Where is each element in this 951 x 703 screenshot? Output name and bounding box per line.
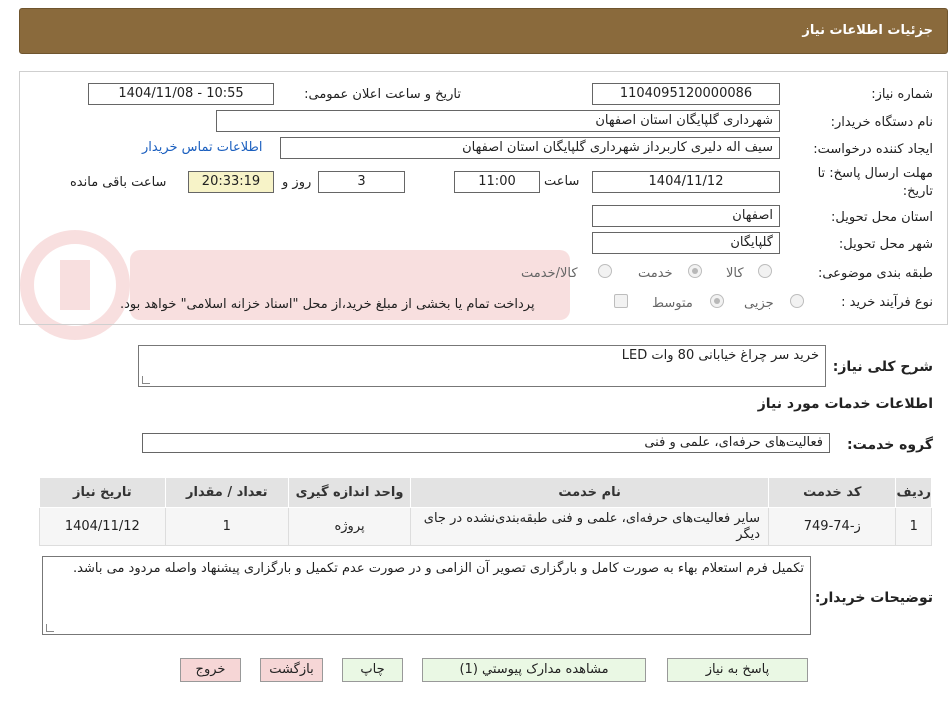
service-group-label: گروه خدمت: [847,437,933,453]
cell-need-date: 1404/11/12 [39,507,166,546]
summary-label: شرح کلی نیاز: [832,359,933,375]
cell-service-name: سایر فعالیت‌های حرفه‌ای، علمی و فنی طبقه… [410,507,770,546]
category-option-goods-service: کالا/خدمت [521,266,578,281]
table-header-row: ردیف کد خدمت نام خدمت واحد اندازه گیری ت… [39,477,932,508]
summary-text: خرید سر چراغ خیابانی 80 وات LED [621,348,819,363]
buyer-contact-link[interactable]: اطلاعات تماس خریدار [142,140,262,155]
process-radio-medium[interactable] [710,294,724,308]
process-option-medium: متوسط [652,296,693,311]
column-header: تاریخ نیاز [39,477,166,508]
print-button[interactable]: چاپ [342,658,403,682]
announce-date-field[interactable]: 1404/11/08 - 10:55 [88,83,274,105]
column-header: ردیف [895,477,932,508]
deadline-date-label: تاریخ: [902,184,933,199]
resize-handle-icon[interactable] [46,624,54,632]
category-radio-goods[interactable] [758,264,772,278]
deadline-time-field[interactable]: 11:00 [454,171,540,193]
cell-service-code: ز-74-749 [768,507,897,546]
category-option-goods: کالا [726,266,744,281]
city-label: شهر محل تحویل: [838,237,933,252]
treasury-payment-checkbox[interactable] [614,294,628,308]
category-label: طبقه بندی موضوعی: [817,266,933,281]
deadline-label: مهلت ارسال پاسخ: تا [817,166,933,181]
service-group-field[interactable]: فعالیت‌های حرفه‌ای، علمی و فنی [142,433,830,453]
page-header: جزئیات اطلاعات نیاز [19,8,948,54]
province-label: استان محل تحویل: [831,210,933,225]
city-field[interactable]: گلپایگان [592,232,780,254]
column-header: تعداد / مقدار [164,477,289,508]
cell-quantity: 1 [164,507,289,546]
need-number-field[interactable]: 1104095120000086 [592,83,780,105]
category-radio-goods-service[interactable] [598,264,612,278]
buyer-notes-textarea[interactable]: تکمیل فرم استعلام بهاء به صورت کامل و با… [42,556,811,635]
remaining-days-field[interactable]: 3 [318,171,405,193]
remaining-time-label: ساعت باقی مانده [70,175,167,190]
table-row[interactable]: 1 ز-74-749 سایر فعالیت‌های حرفه‌ای، علمی… [39,507,932,546]
column-header: واحد اندازه گیری [287,477,412,508]
resize-handle-icon[interactable] [142,376,150,384]
view-attachments-button[interactable]: مشاهده مدارک پیوستي (1) [422,658,646,682]
treasury-payment-note: پرداخت تمام یا بخشی از مبلغ خرید،از محل … [120,297,535,312]
summary-textarea[interactable]: خرید سر چراغ خیابانی 80 وات LED [138,345,826,387]
exit-button[interactable]: خروج [180,658,241,682]
category-radio-service[interactable] [688,264,702,278]
deadline-date-field[interactable]: 1404/11/12 [592,171,780,193]
cell-unit: پروژه [287,507,412,546]
services-table: ردیف کد خدمت نام خدمت واحد اندازه گیری ت… [39,477,932,546]
announce-date-label: تاریخ و ساعت اعلان عمومی: [304,87,461,102]
process-option-minor: جزیی [744,296,774,311]
cell-row-number: 1 [895,507,932,546]
buyer-org-label: نام دستگاه خریدار: [830,115,933,130]
buyer-org-field[interactable]: شهرداری گلپایگان استان اصفهان [216,110,780,132]
days-label: روز و [282,175,312,190]
back-button[interactable]: بازگشت [260,658,323,682]
column-header: کد خدمت [768,477,897,508]
province-field[interactable]: اصفهان [592,205,780,227]
column-header: نام خدمت [410,477,770,508]
services-section-title: اطلاعات خدمات مورد نیاز [757,396,933,412]
creator-field[interactable]: سیف اله دلیری کاربرداز شهرداری گلپایگان … [280,137,780,159]
reply-button[interactable]: پاسخ به نیاز [667,658,808,682]
buyer-notes-label: توضیحات خریدار: [814,590,933,606]
category-option-service: خدمت [638,266,673,281]
page-title: جزئیات اطلاعات نیاز [802,23,933,38]
remaining-time-field[interactable]: 20:33:19 [188,171,274,193]
creator-label: ایجاد کننده درخواست: [813,142,933,157]
process-label: نوع فرآیند خرید : [841,295,933,310]
deadline-time-label: ساعت [544,174,580,189]
need-number-label: شماره نیاز: [871,87,933,102]
process-radio-minor[interactable] [790,294,804,308]
buyer-notes-text: تکمیل فرم استعلام بهاء به صورت کامل و با… [73,561,804,576]
